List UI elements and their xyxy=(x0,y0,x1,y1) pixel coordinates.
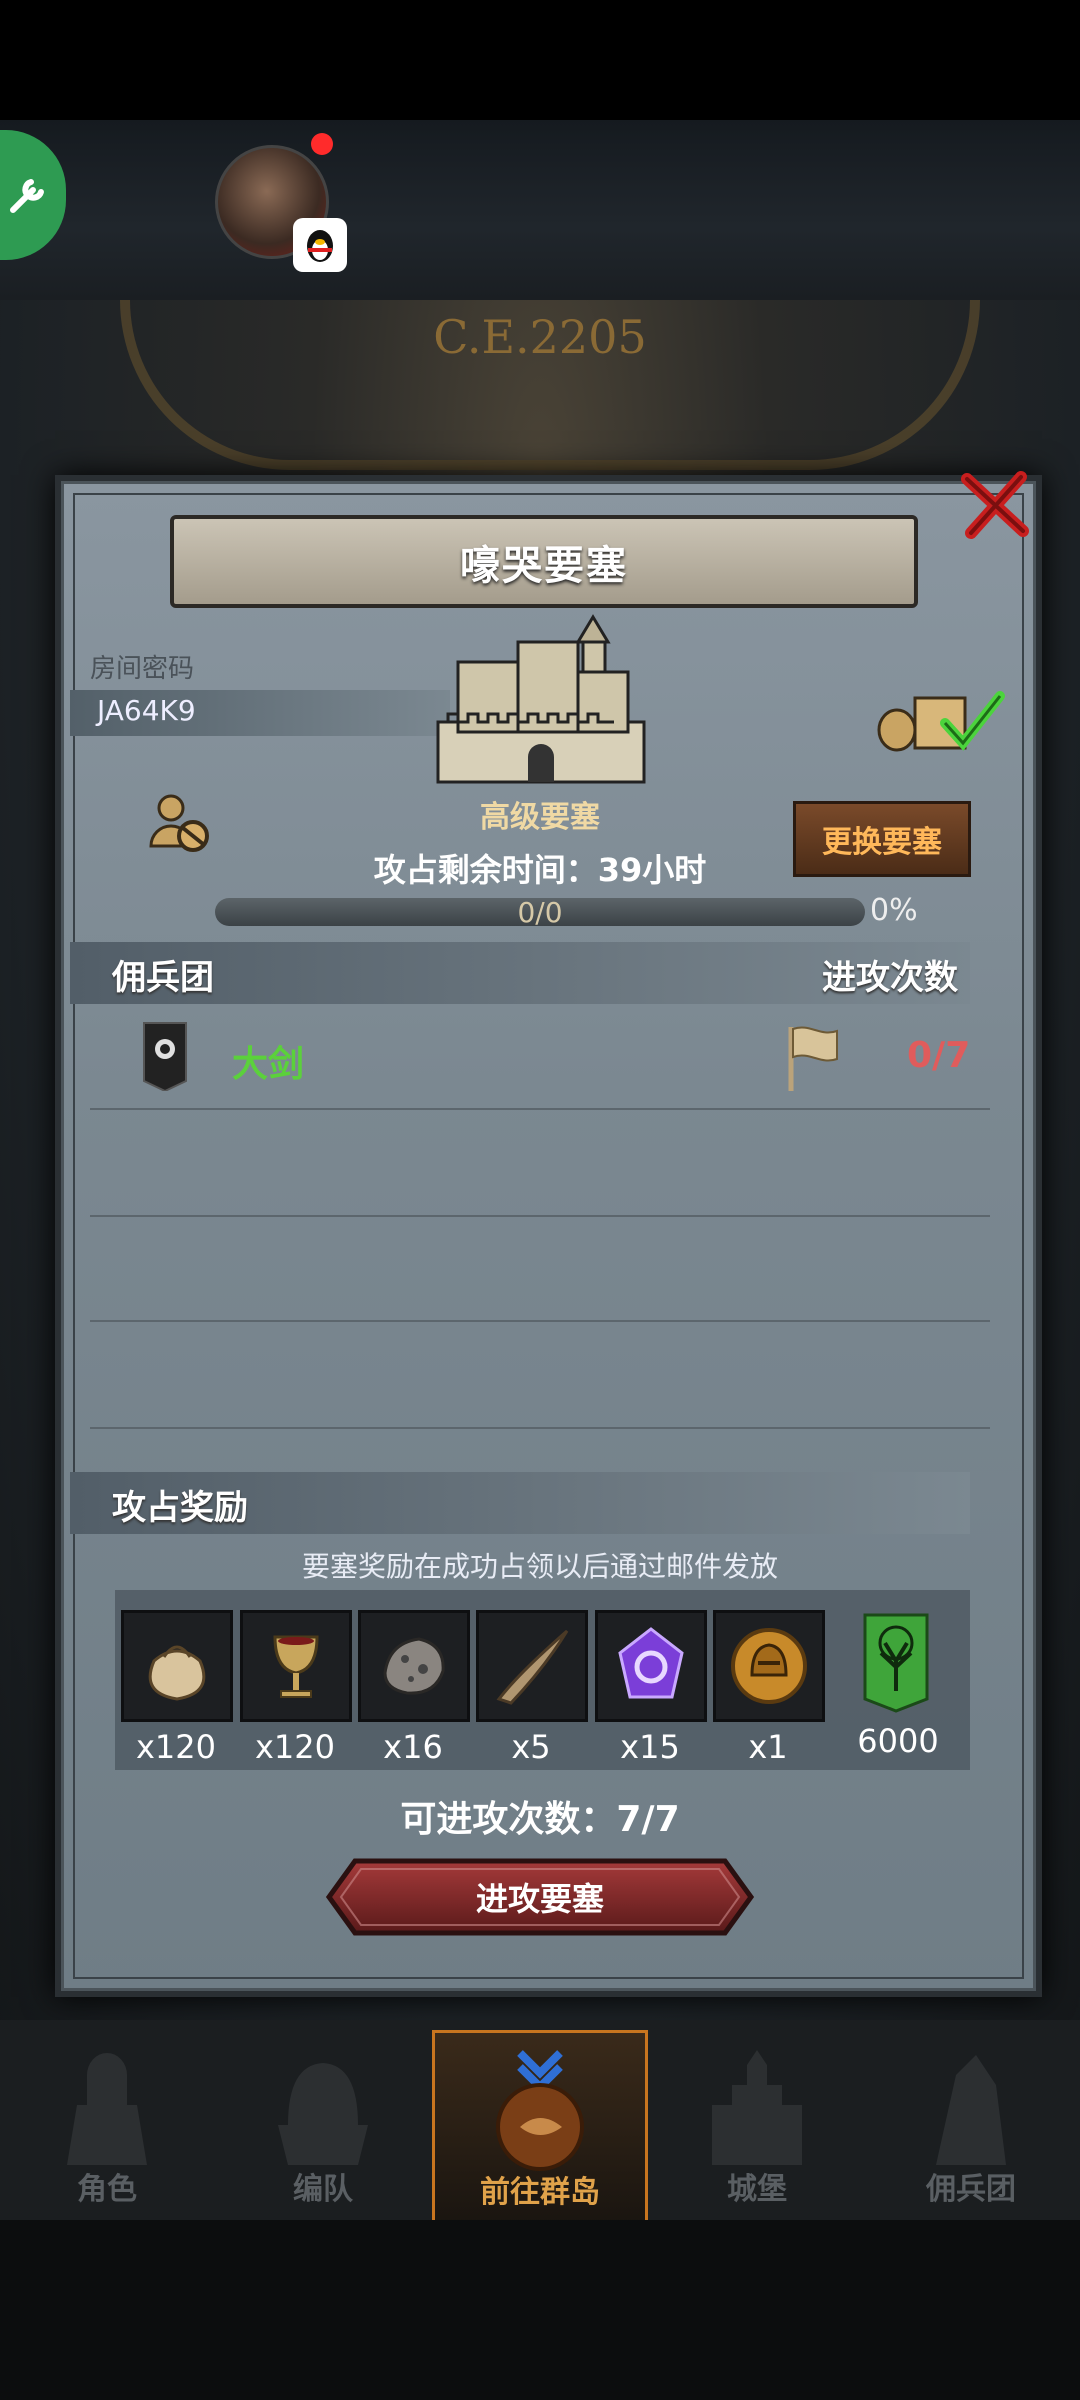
horn-icon xyxy=(496,1629,569,1705)
row-divider xyxy=(90,1108,990,1110)
tree-banner-icon xyxy=(863,1613,929,1713)
nav-islands[interactable]: 前往群岛 xyxy=(432,2030,648,2226)
wrench-icon xyxy=(10,179,44,213)
reward-qty: x120 xyxy=(254,1728,335,1766)
reward-item[interactable]: 6000 xyxy=(843,1610,953,1760)
supply-check-icon[interactable] xyxy=(875,678,1005,758)
reward-qty: x16 xyxy=(383,1728,443,1766)
knight-icon xyxy=(67,2053,147,2165)
row-divider xyxy=(90,1320,990,1322)
nav-character[interactable]: 角色 xyxy=(2,2030,212,2220)
nav-castle[interactable]: 城堡 xyxy=(652,2030,862,2220)
dialog-title-banner: 嚎哭要塞 xyxy=(170,515,918,608)
flag-icon xyxy=(788,1026,838,1091)
attack-count-header: 进攻次数 xyxy=(822,958,958,998)
reward-qty: x5 xyxy=(511,1728,551,1766)
reward-item[interactable]: x16 xyxy=(358,1610,470,1766)
close-button[interactable] xyxy=(955,465,1035,545)
goblet-icon xyxy=(273,1635,319,1698)
reward-item[interactable]: x120 xyxy=(240,1610,352,1766)
reward-qty: 6000 xyxy=(857,1722,939,1760)
change-fortress-button[interactable]: 更换要塞 xyxy=(793,801,971,877)
ore-icon xyxy=(383,1637,445,1695)
qq-penguin-icon[interactable] xyxy=(293,218,347,272)
sack-icon xyxy=(148,1645,206,1701)
reward-note: 要塞奖励在成功占领以后通过邮件发放 xyxy=(301,1550,778,1583)
reward-qty: x120 xyxy=(135,1728,216,1766)
row-divider xyxy=(90,1215,990,1217)
purple-crystal-icon xyxy=(618,1627,684,1699)
room-password-value[interactable]: JA64K9 xyxy=(97,694,196,727)
reward-item[interactable]: x120 xyxy=(121,1610,233,1766)
game-header xyxy=(0,120,1080,300)
attacks-remaining: 可进攻次数：7/7 xyxy=(400,1799,680,1840)
progress-percent: 0% xyxy=(870,893,918,928)
dialog-title: 嚎哭要塞 xyxy=(460,542,628,589)
row-divider xyxy=(90,1427,990,1429)
progress-text: 0/0 xyxy=(517,896,563,929)
nav-formation[interactable]: 编队 xyxy=(218,2030,428,2220)
mercenary-name[interactable]: 大剑 xyxy=(232,1035,304,1087)
system-nav-area xyxy=(0,2220,1080,2400)
close-icon xyxy=(961,471,1029,539)
mercenary-attack-count: 0/7 xyxy=(907,1035,971,1076)
reward-qty: x15 xyxy=(620,1728,680,1766)
nav-mercenary[interactable]: 佣兵团 xyxy=(866,2030,1076,2220)
notification-dot xyxy=(311,133,333,155)
mercenary-nav-icon xyxy=(936,2055,1006,2165)
attack-button-label: 进攻要塞 xyxy=(475,1880,604,1918)
castle-nav-icon xyxy=(712,2050,802,2165)
reward-header: 攻占奖励 xyxy=(112,1488,248,1528)
reward-item[interactable]: x1 xyxy=(713,1610,825,1766)
mercenary-banner-icon xyxy=(143,1022,187,1091)
castle-icon xyxy=(436,614,646,784)
reward-item[interactable]: x15 xyxy=(595,1610,707,1766)
helmet-icon xyxy=(278,2063,368,2165)
helmet-coin-icon xyxy=(731,1628,807,1704)
reward-item[interactable]: x5 xyxy=(476,1610,588,1766)
status-bar xyxy=(0,0,1080,120)
compass-icon xyxy=(496,2050,584,2171)
room-password-label: 房间密码 xyxy=(90,654,195,684)
mercenary-header: 佣兵团 xyxy=(112,958,214,998)
reward-qty: x1 xyxy=(748,1728,788,1766)
user-block-icon[interactable] xyxy=(145,788,215,858)
year-label: C.E.2205 xyxy=(433,310,647,364)
